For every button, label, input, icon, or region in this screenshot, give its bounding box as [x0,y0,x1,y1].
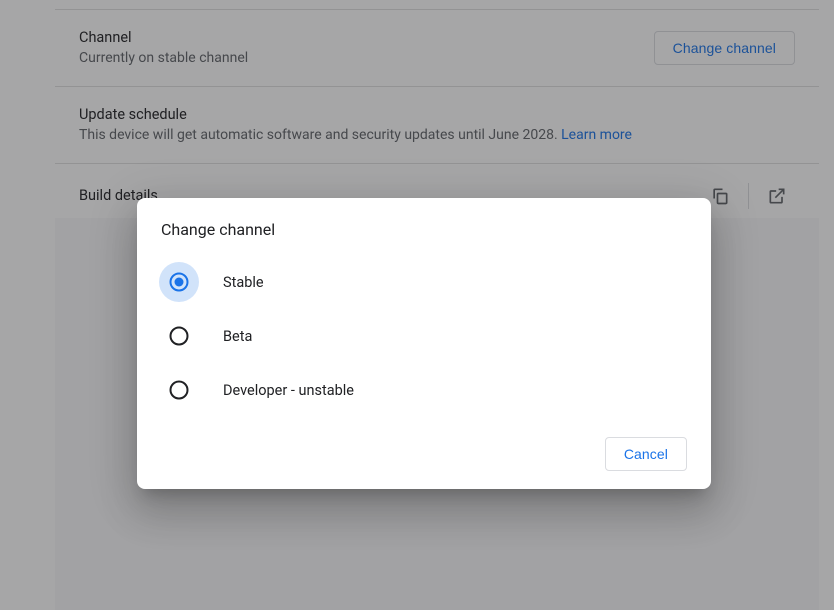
dialog-actions: Cancel [137,419,711,471]
radio-indicator [159,370,199,410]
radio-label: Developer - unstable [223,382,354,399]
dialog-title: Change channel [137,220,711,249]
radio-indicator [159,262,199,302]
radio-selected-icon [169,272,189,292]
radio-label: Beta [223,328,252,345]
radio-option-stable[interactable]: Stable [137,255,711,309]
cancel-button[interactable]: Cancel [605,437,687,471]
radio-indicator [159,316,199,356]
radio-unselected-icon [169,326,189,346]
channel-radio-group: Stable Beta Developer - unstable [137,249,711,419]
change-channel-dialog: Change channel Stable Beta [137,198,711,489]
radio-option-beta[interactable]: Beta [137,309,711,363]
radio-label: Stable [223,274,264,291]
radio-option-developer[interactable]: Developer - unstable [137,363,711,417]
radio-unselected-icon [169,380,189,400]
